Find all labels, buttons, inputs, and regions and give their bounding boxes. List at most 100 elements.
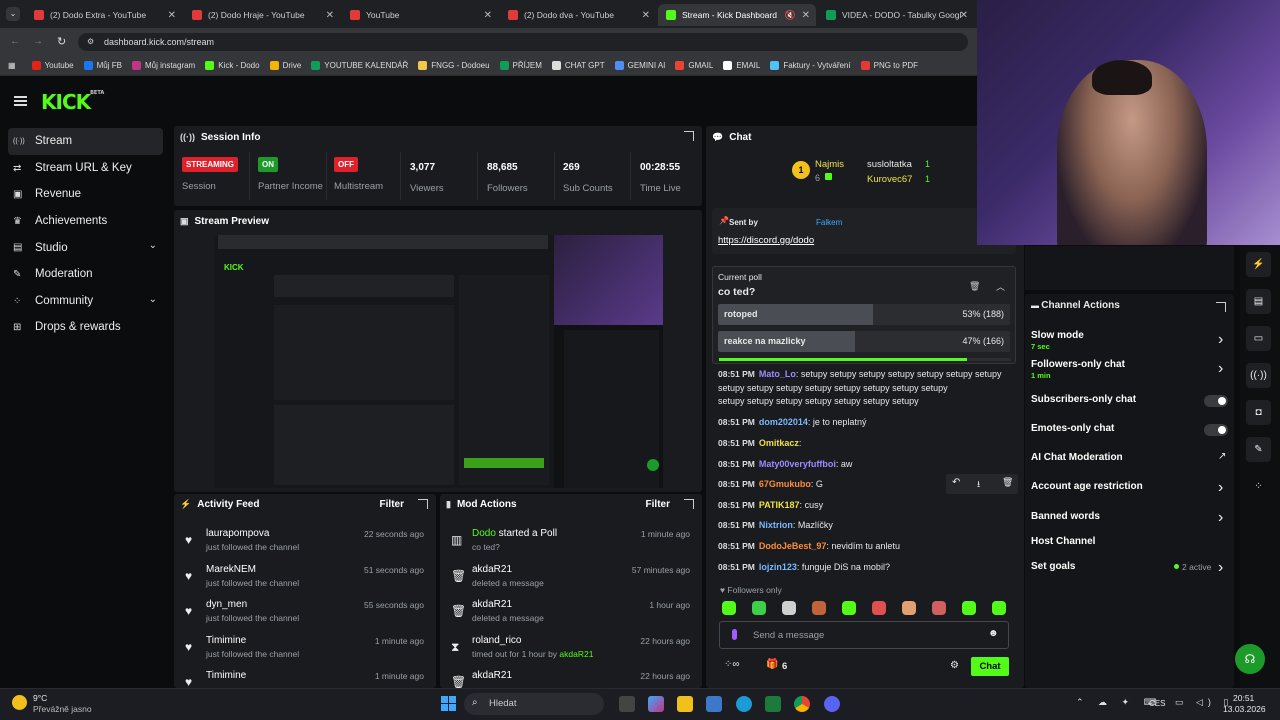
chat-message[interactable]: 08:51 PM Mato_Lo: setupy setupy setupy se… — [718, 369, 1002, 379]
mod-action-row[interactable]: 🗑 akdaR21 22 hours ago — [440, 666, 702, 688]
channel-action-host-channel[interactable]: Host Channel — [1031, 536, 1095, 547]
sidebar-item-moderation[interactable]: ✎ Moderation — [0, 261, 165, 288]
poll-option[interactable]: rotoped 53% (188) — [718, 304, 1010, 325]
forward-icon[interactable]: → — [33, 36, 43, 47]
bookmark-item[interactable]: GMAIL — [675, 61, 713, 70]
chat-username[interactable]: Omitkacz — [759, 438, 799, 448]
close-icon[interactable]: ✕ — [484, 10, 492, 21]
chat-send-button[interactable]: Chat — [971, 657, 1009, 676]
clock-date[interactable]: 13.03.2026 — [1223, 704, 1266, 714]
chevron-up-icon[interactable]: ︿ — [996, 280, 1005, 293]
chat-icon[interactable]: ▭ — [1246, 326, 1271, 351]
close-icon[interactable]: ✕ — [168, 10, 176, 21]
bookmark-item[interactable]: Youtube — [31, 61, 74, 70]
emote-icon[interactable] — [932, 601, 946, 615]
close-icon[interactable]: ✕ — [960, 10, 968, 21]
bookmark-item[interactable]: CHAT GPT — [551, 61, 605, 70]
mod-user[interactable]: roland_rico — [472, 635, 521, 646]
support-button[interactable]: ☊ — [1235, 644, 1265, 674]
leader-3-name[interactable]: Kurovec67 — [867, 174, 912, 185]
mic-icon[interactable] — [732, 629, 737, 640]
delete-icon[interactable]: 🗑 — [1002, 477, 1013, 488]
expand-icon[interactable] — [684, 131, 694, 141]
emote-icon[interactable] — [842, 601, 856, 615]
start-icon[interactable] — [441, 696, 456, 711]
sidebar-item-achievements[interactable]: ♛ Achievements — [0, 208, 165, 235]
leader-2-name[interactable]: susloltatka — [867, 159, 912, 170]
chat-message[interactable]: 08:51 PM Omitkacz: — [718, 438, 801, 448]
browser-tab-active[interactable]: Stream - Kick Dashboard 🔇 ✕ — [658, 4, 816, 26]
back-icon[interactable]: ← — [10, 36, 20, 47]
expand-icon[interactable] — [1216, 302, 1226, 312]
stream-preview-video[interactable]: KICK — [214, 235, 663, 488]
bookmark-item[interactable]: EMAIL — [723, 61, 760, 70]
channel-action-slow-mode[interactable]: Slow mode 7 sec — [1031, 330, 1084, 351]
taskview-icon[interactable] — [619, 696, 635, 712]
bookmark-item[interactable]: GEMINI AI — [614, 61, 665, 70]
camera-icon[interactable]: ◘ — [1246, 400, 1271, 425]
bookmark-item[interactable]: Kick - Dodo — [205, 61, 260, 70]
activity-user[interactable]: dyn_men — [206, 599, 247, 610]
emote-icon[interactable] — [782, 601, 796, 615]
taskbar-search[interactable]: ⌕ Hledat — [464, 693, 604, 715]
expand-icon[interactable] — [684, 499, 694, 509]
browser-tab[interactable]: (2) Dodo dva - YouTube ✕ — [500, 4, 656, 26]
channel-action-set-goals[interactable]: Set goals — [1031, 561, 1075, 572]
chat-username[interactable]: Nixtrion — [759, 520, 793, 530]
kick-logo[interactable]: KICKBETA — [41, 90, 104, 114]
chat-message[interactable]: 08:51 PM dom202014: je to neplatný — [718, 417, 866, 427]
url-field[interactable]: ⚙ dashboard.kick.com/stream — [78, 33, 968, 51]
mod-user[interactable]: akdaR21 — [472, 599, 512, 610]
external-link-icon[interactable]: ↗ — [1218, 451, 1226, 462]
chat-message[interactable]: setupy setupy setupy setupy setupy setup… — [718, 396, 919, 406]
activity-user[interactable]: MarekNEM — [206, 564, 256, 575]
lang-indicator[interactable]: CES — [1149, 699, 1165, 708]
weather-temp[interactable]: 9°C — [33, 693, 47, 703]
sidebar-item-stream[interactable]: ((·)) Stream — [8, 128, 163, 155]
chat-username[interactable]: Maty00veryfuffboi — [759, 459, 836, 469]
broadcast-icon[interactable]: ((·)) — [1246, 363, 1271, 388]
browser-tab[interactable]: VIDEA - DODO - Tabulky Googl ✕ — [818, 4, 974, 26]
activity-row[interactable]: ♥ dyn_men just followed the channel 55 seco… — [174, 595, 436, 630]
copilot-icon[interactable] — [648, 696, 664, 712]
mod-user[interactable]: Dodo — [472, 528, 496, 539]
chat-input[interactable]: Send a message ☻ — [719, 621, 1009, 649]
filter-button[interactable]: Filter — [646, 499, 670, 510]
chat-message[interactable]: setupy setupy setupy setupy setupy setup… — [718, 383, 948, 393]
expand-icon[interactable] — [418, 499, 428, 509]
activity-user[interactable]: Timimine — [206, 635, 246, 646]
mod-user[interactable]: akdaR21 — [472, 670, 512, 681]
pinned-sender[interactable]: Falkem — [816, 218, 842, 227]
chat-username[interactable]: DodoJeBest_97 — [759, 541, 827, 551]
mute-icon[interactable]: 🔇 — [785, 10, 796, 21]
bookmark-item[interactable]: Můj FB — [83, 61, 122, 70]
channel-action-followers-only-chat[interactable]: Followers-only chat 1 min — [1031, 359, 1125, 380]
mod-by-user[interactable]: akdaR21 — [559, 649, 593, 659]
weather-icon[interactable] — [12, 695, 27, 710]
bookmark-item[interactable]: Můj instagram — [131, 61, 195, 70]
emote-icon[interactable] — [812, 601, 826, 615]
settings-icon[interactable]: ⚙ — [950, 660, 959, 671]
chat-message[interactable]: 08:51 PM DodoJeBest_97: nevidím tu anletu — [718, 541, 900, 551]
pinned-link[interactable]: https://discord.gg/dodo — [718, 235, 814, 246]
site-info-icon[interactable]: ⚙ — [87, 33, 94, 51]
browser-tab[interactable]: (2) Dodo Hraje - YouTube ✕ — [184, 4, 340, 26]
channel-action-ai-chat-moderation[interactable]: AI Chat Moderation — [1031, 452, 1123, 463]
users-icon[interactable]: ⁘ — [1246, 474, 1271, 499]
emote-icon[interactable] — [902, 601, 916, 615]
activity-row[interactable]: ♥ Timimine just followed the channel 1 minu… — [174, 631, 436, 666]
mod-user[interactable]: akdaR21 — [472, 564, 512, 575]
tab-list-button[interactable]: ⌄ — [6, 7, 20, 21]
mod-action-row[interactable]: 🗑 akdaR21 deleted a message 1 hour ago — [440, 595, 702, 630]
store-icon[interactable] — [706, 696, 722, 712]
leader-1-name[interactable]: Najmis — [815, 159, 844, 170]
sidebar-item-studio[interactable]: ▤ Studio ⌄ — [0, 234, 165, 261]
bookmark-item[interactable]: PNG to PDF — [860, 61, 918, 70]
bolt-icon[interactable]: ⚡ — [1246, 252, 1271, 277]
sidebar-item-stream-url-key[interactable]: ⇄ Stream URL & Key — [0, 155, 165, 182]
sidebar-item-community[interactable]: ⁘ Community ⌄ — [0, 288, 165, 315]
emote-icon[interactable] — [962, 601, 976, 615]
excel-icon[interactable] — [765, 696, 781, 712]
chat-message[interactable]: 08:51 PM Nixtrion: Mazlíčky — [718, 520, 833, 530]
toggle-switch[interactable] — [1204, 424, 1228, 436]
